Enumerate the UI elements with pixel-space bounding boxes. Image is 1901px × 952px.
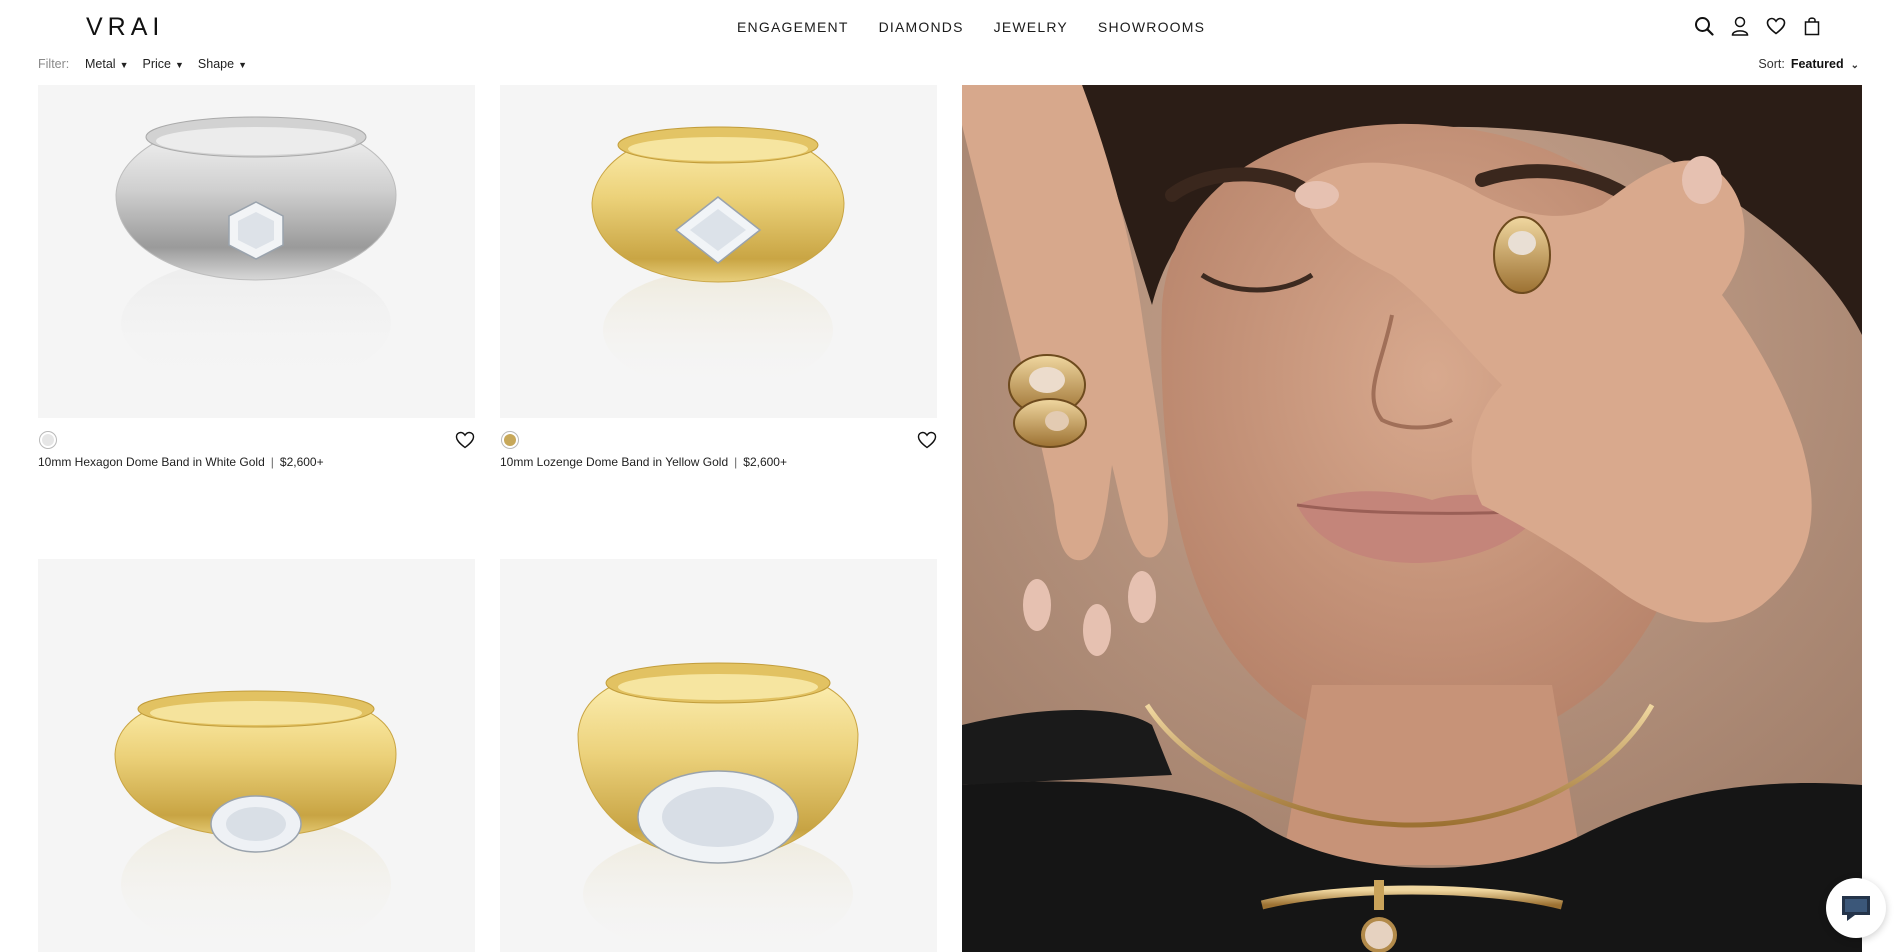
product-name: 10mm Lozenge Dome Band in Yellow Gold (500, 455, 729, 469)
wishlist-heart-icon[interactable] (917, 430, 937, 450)
product-title[interactable]: 10mm Hexagon Dome Band in White Gold | $2,… (38, 455, 324, 469)
sort-label: Sort: (1758, 57, 1785, 71)
filter-metal-label: Metal (85, 57, 116, 71)
filter-metal[interactable]: Metal ▼ (85, 57, 129, 71)
chat-bubble-icon (1842, 896, 1870, 921)
filter-price-label: Price (142, 57, 171, 71)
sort-dropdown[interactable]: Featured (1791, 57, 1844, 71)
product-name: 10mm Hexagon Dome Band in White Gold (38, 455, 265, 469)
metal-swatch-yellow-gold[interactable] (501, 431, 519, 449)
nav-diamonds[interactable]: DIAMONDS (879, 19, 964, 35)
campaign-image (962, 85, 1862, 952)
sort-control: Sort: Featured ⌄ (1758, 57, 1859, 71)
product-price: $2,600+ (743, 455, 787, 469)
product-title[interactable]: 10mm Lozenge Dome Band in Yellow Gold | $2… (500, 455, 787, 469)
chat-button[interactable] (1826, 878, 1886, 938)
header-icons (1692, 14, 1823, 38)
caret-down-icon: ▼ (174, 60, 184, 70)
product-image[interactable] (500, 85, 937, 418)
main-nav: ENGAGEMENT DIAMONDS JEWELRY SHOWROOMS (737, 19, 1205, 35)
product-image[interactable] (38, 85, 475, 418)
product-card[interactable]: 10mm Lozenge Dome Band in Yellow Gold | $2… (500, 85, 937, 472)
caret-down-icon: ▼ (238, 60, 247, 70)
account-icon[interactable] (1728, 14, 1751, 38)
nav-jewelry[interactable]: JEWELRY (994, 19, 1068, 35)
nav-showrooms[interactable]: SHOWROOMS (1098, 19, 1205, 35)
shopping-bag-icon[interactable] (1800, 14, 1823, 38)
product-image[interactable] (500, 559, 937, 952)
wishlist-heart-icon[interactable] (455, 430, 475, 450)
product-card[interactable] (38, 559, 475, 952)
filter-bar: Filter: Metal ▼ Price ▼ Shape ▼ Sort: Featur… (0, 54, 1901, 84)
filter-label: Filter: (38, 57, 70, 71)
divider: | (270, 455, 274, 469)
divider: | (734, 455, 738, 469)
vrai-logo[interactable]: VRAI (86, 13, 164, 42)
filter-price[interactable]: Price ▼ (143, 57, 184, 71)
site-header: VRAI ENGAGEMENT DIAMONDS JEWELRY SHOWROO… (0, 0, 1901, 54)
product-image[interactable] (38, 559, 475, 952)
chevron-down-icon[interactable]: ⌄ (1851, 60, 1859, 71)
search-icon[interactable] (1692, 14, 1715, 38)
product-card[interactable]: 10mm Hexagon Dome Band in White Gold | $2,… (38, 85, 475, 472)
filter-shape[interactable]: Shape ▼ (198, 57, 247, 71)
nav-engagement[interactable]: ENGAGEMENT (737, 19, 849, 35)
metal-swatch-white-gold[interactable] (39, 431, 57, 449)
product-price: $2,600+ (279, 455, 324, 469)
filter-shape-label: Shape (197, 57, 235, 71)
filter-options: Metal ▼ Price ▼ Shape ▼ (85, 57, 247, 71)
caret-down-icon: ▼ (119, 60, 129, 70)
wishlist-heart-icon[interactable] (1764, 14, 1787, 38)
product-card[interactable] (500, 559, 937, 952)
